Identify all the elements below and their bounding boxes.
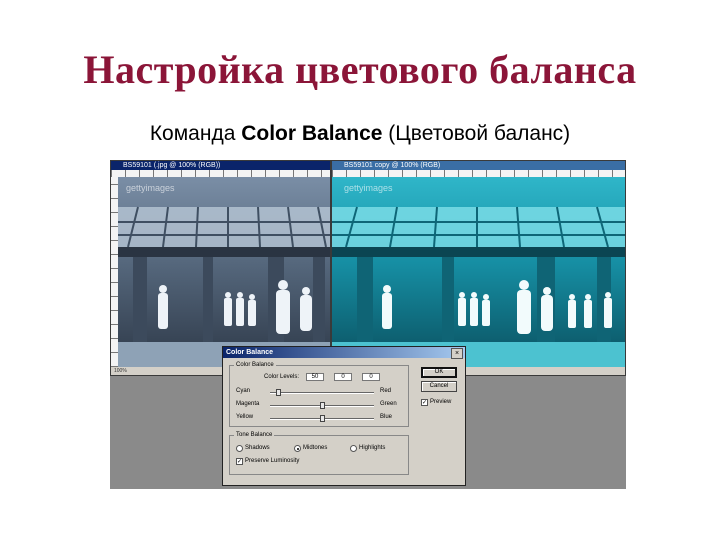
magenta-green-slider-thumb[interactable] <box>320 402 325 409</box>
cyan-red-slider[interactable] <box>270 392 374 394</box>
level-field-3[interactable]: 0 <box>362 373 380 381</box>
tone-balance-group: Tone Balance Shadows Midtones Highlights… <box>229 432 409 475</box>
original-watermark: gettyimages <box>126 183 175 193</box>
zoom-level: 100% <box>114 368 127 374</box>
slide-subtitle: Команда Color Balance (Цветовой баланс) <box>0 122 720 146</box>
color-balance-dialog: Color Balance × Color Balance Color Leve… <box>222 346 466 486</box>
green-label: Green <box>380 401 397 407</box>
shadows-label: Shadows <box>245 445 270 451</box>
copy-watermark: gettyimages <box>344 183 393 193</box>
yellow-label: Yellow <box>236 414 254 420</box>
dialog-title[interactable]: Color Balance <box>223 347 465 358</box>
photoshop-screenshot: BS59101 (.jpg @ 100% (RGB)) gettyimages … <box>110 160 626 489</box>
copy-photo-image: gettyimages <box>332 177 625 367</box>
slide-title: Настройка цветового баланса <box>83 47 637 92</box>
midtones-label: Midtones <box>303 445 328 451</box>
original-photo: gettyimages <box>118 177 330 367</box>
tone-balance-group-label: Tone Balance <box>234 432 275 439</box>
preserve-luminosity-label: Preserve Luminosity <box>245 458 300 464</box>
subtitle-prefix: Команда <box>149 122 242 145</box>
cyan-red-slider-thumb[interactable] <box>276 389 281 396</box>
highlights-label: Highlights <box>359 445 386 451</box>
magenta-label: Magenta <box>236 401 260 407</box>
original-photo-image: gettyimages <box>118 177 330 367</box>
original-document-title[interactable]: BS59101 (.jpg @ 100% (RGB)) <box>111 161 330 170</box>
cancel-button[interactable]: Cancel <box>421 381 457 392</box>
color-balance-group-label: Color Balance <box>234 362 276 369</box>
preview-checkbox[interactable]: ✓ <box>421 399 428 406</box>
close-icon[interactable]: × <box>451 348 463 359</box>
level-field-2[interactable]: 0 <box>334 373 352 381</box>
level-field-1[interactable]: 50 <box>306 373 324 381</box>
preview-label: Preview <box>430 399 452 405</box>
preserve-luminosity-checkbox[interactable]: ✓ <box>236 458 243 465</box>
cyan-label: Cyan <box>236 388 251 394</box>
blue-label: Blue <box>380 414 393 420</box>
copy-document-title[interactable]: BS59101 copy @ 100% (RGB) <box>332 161 625 170</box>
red-label: Red <box>380 388 392 394</box>
midtones-radio[interactable] <box>294 445 301 452</box>
ok-button[interactable]: OK <box>421 367 457 378</box>
copy-photo: gettyimages <box>332 177 625 367</box>
highlights-radio[interactable] <box>350 445 357 452</box>
original-document-window[interactable]: BS59101 (.jpg @ 100% (RGB)) gettyimages … <box>110 160 331 376</box>
subtitle-command: Color Balance <box>241 122 383 145</box>
yellow-blue-slider-thumb[interactable] <box>320 415 325 422</box>
color-balance-group: Color Balance Color Levels: 50 0 0 Cyan … <box>229 362 409 427</box>
shadows-radio[interactable] <box>236 445 243 452</box>
subtitle-suffix: (Цветовой баланс) <box>382 122 571 145</box>
color-levels-label: Color Levels: <box>264 374 300 380</box>
copy-document-window[interactable]: BS59101 copy @ 100% (RGB) gettyimages <box>331 160 626 376</box>
